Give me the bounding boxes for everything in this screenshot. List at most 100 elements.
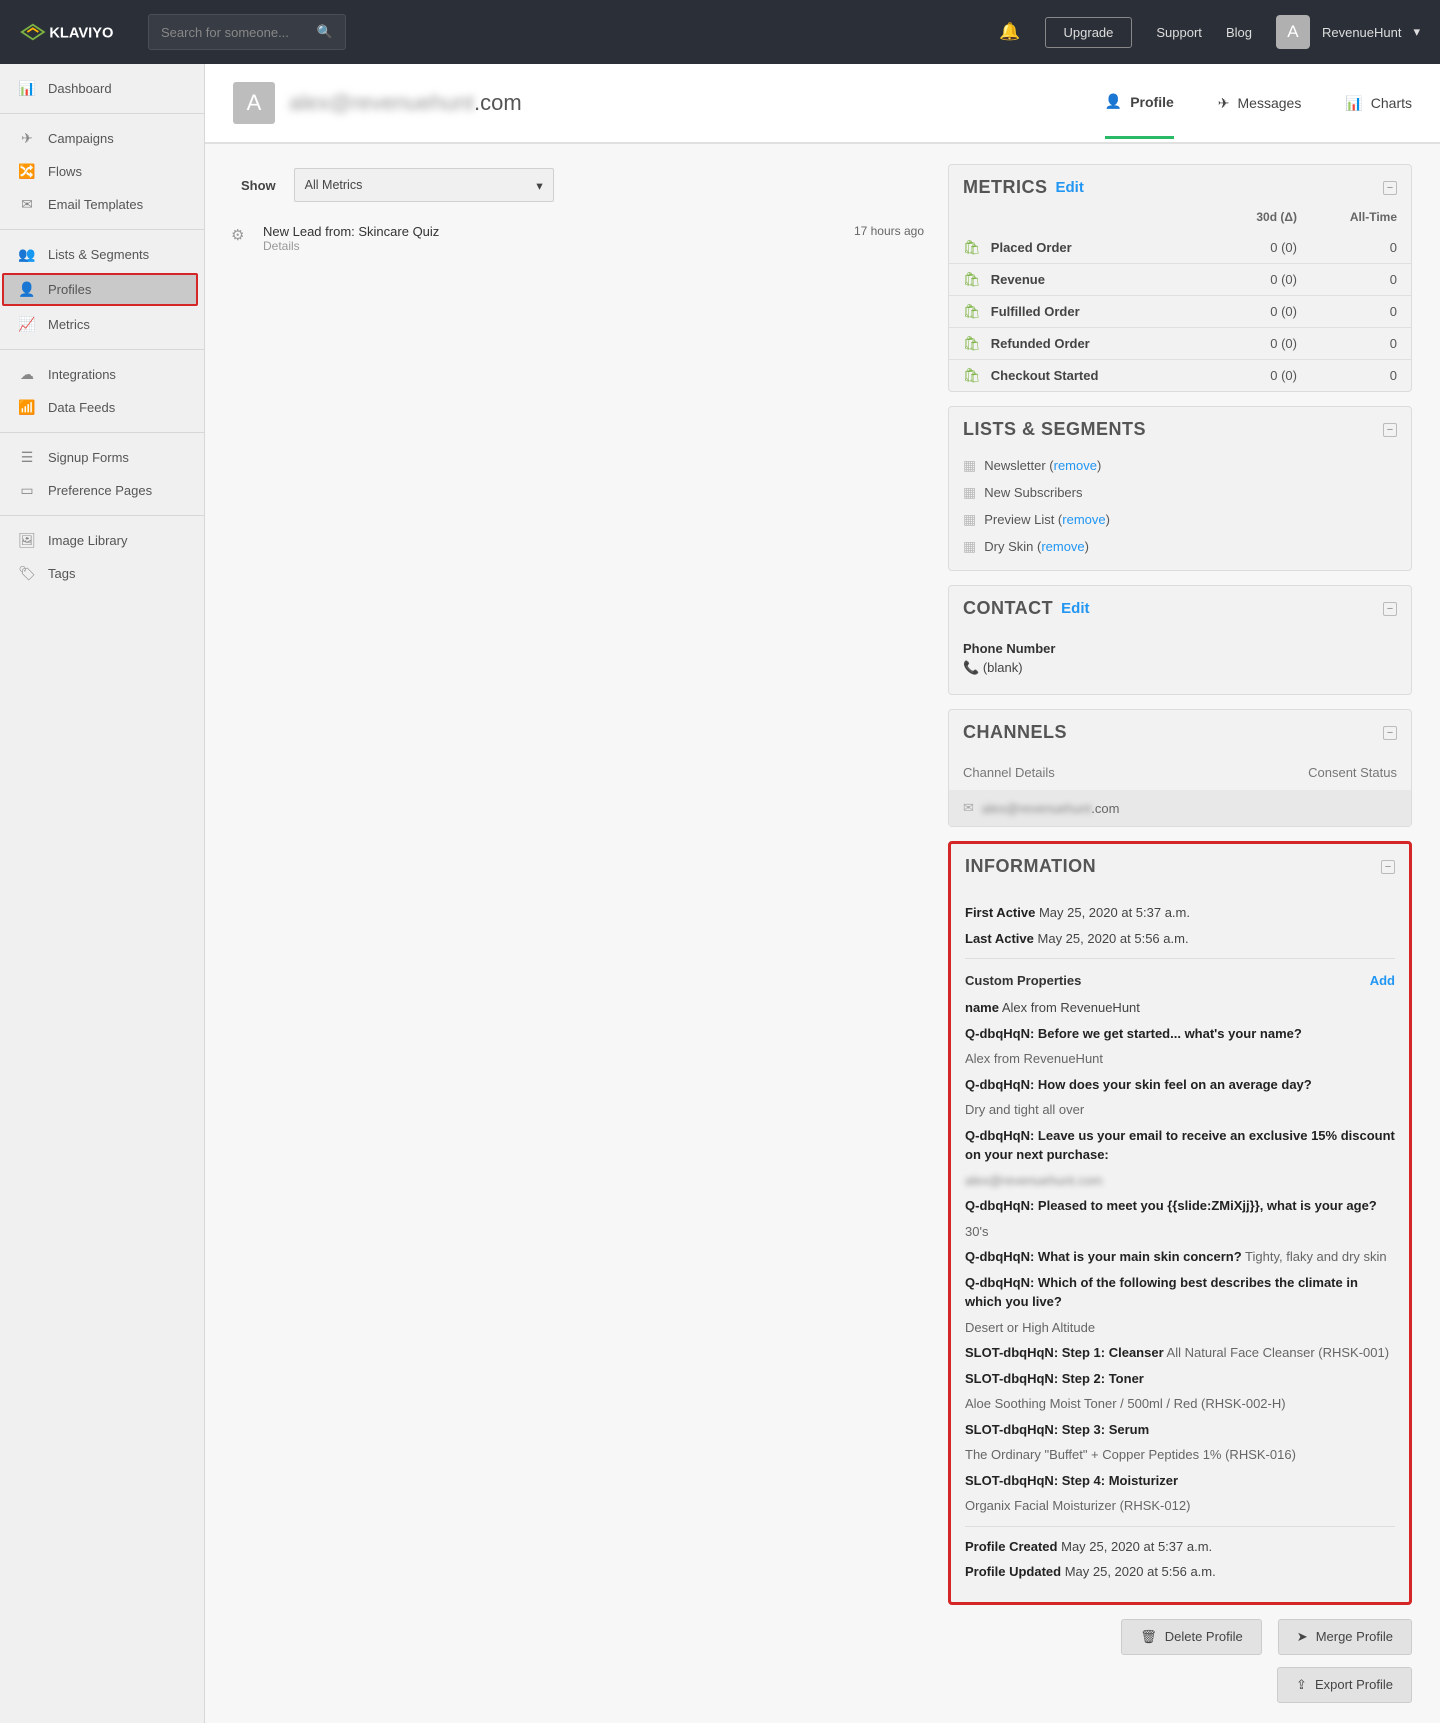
users-icon: 👥: [18, 246, 36, 263]
bag-icon: 🛍: [963, 303, 981, 320]
sidebar-item-signup-forms[interactable]: ☰Signup Forms: [0, 441, 204, 474]
tab-charts[interactable]: 📊Charts: [1345, 93, 1412, 139]
sidebar-item-metrics[interactable]: 📈Metrics: [0, 308, 204, 341]
contact-edit[interactable]: Edit: [1061, 600, 1089, 617]
sidebar-item-flows[interactable]: 🔀Flows: [0, 155, 204, 188]
cloud-icon: ☁: [18, 366, 36, 383]
form-icon: ☰: [18, 449, 36, 466]
chart-icon: 📊: [1345, 95, 1362, 112]
activity-details-link[interactable]: Details: [263, 239, 842, 253]
send-icon: ✈: [18, 130, 36, 147]
export-profile-button[interactable]: ⇪Export Profile: [1277, 1667, 1412, 1703]
support-link[interactable]: Support: [1156, 25, 1202, 40]
collapse-icon[interactable]: −: [1383, 726, 1397, 740]
lists-title: LISTS & SEGMENTS: [963, 419, 1146, 440]
account-name: RevenueHunt: [1322, 25, 1402, 40]
sidebar-item-campaigns[interactable]: ✈Campaigns: [0, 122, 204, 155]
information-card: INFORMATION − First Active May 25, 2020 …: [948, 841, 1412, 1605]
list-item: ▦Preview List (remove): [949, 506, 1411, 533]
sidebar-item-image-library[interactable]: 🖼Image Library: [0, 524, 204, 557]
bag-icon: 🛍: [963, 367, 981, 384]
logo[interactable]: KLAVIYO: [20, 19, 130, 45]
metric-row: 🛍Checkout Started0 (0)0: [949, 360, 1411, 391]
page-icon: ▭: [18, 482, 36, 499]
delete-profile-button[interactable]: 🗑Delete Profile: [1121, 1619, 1262, 1655]
collapse-icon[interactable]: −: [1381, 860, 1395, 874]
list-item: ▦Dry Skin (remove): [949, 533, 1411, 560]
user-icon: 👤: [18, 281, 36, 298]
metric-row: 🛍Refunded Order0 (0)0: [949, 328, 1411, 360]
activity-title: New Lead from: Skincare Quiz: [263, 224, 842, 239]
list-item: ▦Newsletter (remove): [949, 452, 1411, 479]
remove-link[interactable]: remove: [1041, 539, 1084, 554]
flow-icon: 🔀: [18, 163, 36, 180]
account-menu[interactable]: A RevenueHunt ▾: [1276, 15, 1420, 49]
mail-icon: ✉: [963, 800, 974, 816]
collapse-icon[interactable]: −: [1383, 602, 1397, 616]
channels-title: CHANNELS: [963, 722, 1067, 743]
sidebar-item-tags[interactable]: 🏷Tags: [0, 557, 204, 590]
top-header: KLAVIYO Search for someone... 🔍 🔔 Upgrad…: [0, 0, 1440, 64]
tag-icon: 🏷: [18, 565, 36, 582]
sidebar-item-dashboard[interactable]: 📊Dashboard: [0, 72, 204, 105]
list-icon: ▦: [963, 457, 976, 474]
list-icon: ▦: [963, 538, 976, 555]
profile-email: alex@revenuehunt.com: [289, 90, 522, 116]
export-icon: ⇪: [1296, 1677, 1307, 1693]
metric-row: 🛍Fulfilled Order0 (0)0: [949, 296, 1411, 328]
feed-icon: 📶: [18, 399, 36, 416]
sidebar-item-integrations[interactable]: ☁Integrations: [0, 358, 204, 391]
search-placeholder: Search for someone...: [161, 25, 289, 40]
tab-messages[interactable]: ✈Messages: [1218, 93, 1302, 139]
profile-header: A alex@revenuehunt.com 👤Profile ✈Message…: [205, 64, 1440, 144]
show-label: Show: [241, 178, 276, 193]
bell-icon[interactable]: 🔔: [999, 22, 1020, 42]
metrics-card: METRICS Edit − 30d (Δ) All-Time 🛍Placed …: [948, 164, 1412, 392]
collapse-icon[interactable]: −: [1383, 423, 1397, 437]
metrics-title: METRICS: [963, 177, 1048, 198]
user-icon: 👤: [1105, 93, 1122, 110]
tab-profile[interactable]: 👤Profile: [1105, 93, 1174, 139]
bag-icon: 🛍: [963, 335, 981, 352]
channel-row: ✉ alex@revenuehunt.com: [949, 790, 1411, 826]
svg-text:KLAVIYO: KLAVIYO: [49, 26, 113, 42]
gear-icon: ⚙: [231, 224, 251, 253]
list-icon: ▦: [963, 511, 976, 528]
upgrade-button[interactable]: Upgrade: [1045, 17, 1133, 48]
contact-title: CONTACT: [963, 598, 1053, 619]
metrics-edit[interactable]: Edit: [1056, 179, 1084, 196]
collapse-icon[interactable]: −: [1383, 181, 1397, 195]
channels-card: CHANNELS − Channel Details Consent Statu…: [948, 709, 1412, 827]
metric-row: 🛍Placed Order0 (0)0: [949, 232, 1411, 264]
activity-row: ⚙ New Lead from: Skincare Quiz Details 1…: [227, 218, 924, 253]
merge-icon: ➤: [1297, 1629, 1308, 1645]
profile-avatar: A: [233, 82, 275, 124]
chart-icon: 📈: [18, 316, 36, 333]
user-avatar: A: [1276, 15, 1310, 49]
send-icon: ✈: [1218, 95, 1230, 112]
contact-card: CONTACT Edit − Phone Number 📞 (blank): [948, 585, 1412, 695]
envelope-icon: ✉: [18, 196, 36, 213]
remove-link[interactable]: remove: [1062, 512, 1105, 527]
remove-link[interactable]: remove: [1054, 458, 1097, 473]
caret-down-icon: ▾: [536, 178, 542, 193]
metrics-select[interactable]: All Metrics ▾: [294, 168, 554, 202]
search-input[interactable]: Search for someone... 🔍: [148, 14, 346, 50]
sidebar-item-profiles[interactable]: 👤Profiles: [2, 273, 198, 306]
image-icon: 🖼: [18, 532, 36, 549]
blog-link[interactable]: Blog: [1226, 25, 1252, 40]
sidebar-item-lists-segments[interactable]: 👥Lists & Segments: [0, 238, 204, 271]
search-icon: 🔍: [317, 24, 333, 40]
information-title: INFORMATION: [965, 856, 1096, 877]
add-property-link[interactable]: Add: [1370, 973, 1395, 988]
lists-card: LISTS & SEGMENTS − ▦Newsletter (remove) …: [948, 406, 1412, 571]
sidebar-item-data-feeds[interactable]: 📶Data Feeds: [0, 391, 204, 424]
sidebar: 📊Dashboard ✈Campaigns 🔀Flows ✉Email Temp…: [0, 64, 205, 1723]
list-item: ▦New Subscribers: [949, 479, 1411, 506]
merge-profile-button[interactable]: ➤Merge Profile: [1278, 1619, 1412, 1655]
phone-icon: 📞: [963, 660, 979, 675]
custom-properties-header: Custom Properties: [965, 973, 1081, 988]
sidebar-item-email-templates[interactable]: ✉Email Templates: [0, 188, 204, 221]
sidebar-item-preference-pages[interactable]: ▭Preference Pages: [0, 474, 204, 507]
trash-icon: 🗑: [1140, 1629, 1157, 1645]
